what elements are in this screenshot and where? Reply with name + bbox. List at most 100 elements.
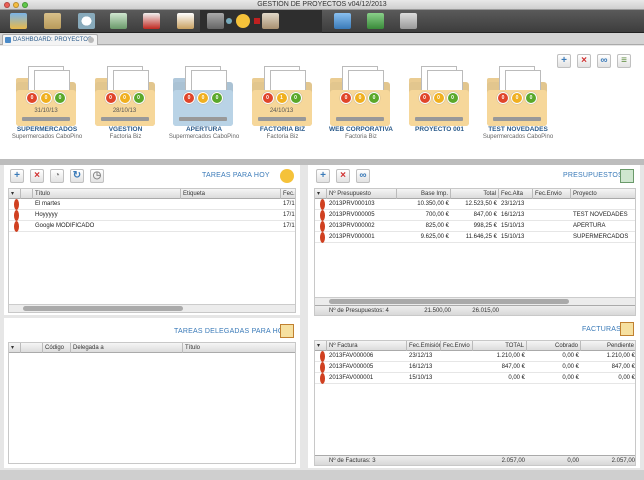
delete-project-button[interactable]: × (577, 54, 591, 68)
header-proyecto[interactable]: Proyecto (571, 189, 635, 199)
factura-pendiente: 1.210,00 € (606, 353, 635, 359)
header-status[interactable] (21, 343, 43, 353)
delete-presupuesto-button[interactable]: × (336, 169, 350, 183)
import-icon[interactable] (143, 13, 160, 29)
header-pendiente[interactable]: Pendiente (581, 341, 635, 351)
sun-icon[interactable] (236, 14, 250, 28)
clock-icon[interactable] (78, 13, 95, 29)
export-icon[interactable] (280, 324, 294, 338)
project-folder-icon[interactable]: 000 (330, 66, 390, 126)
presupuesto-base: 825,00 € (425, 223, 449, 229)
header-titulo[interactable]: Título (183, 343, 295, 353)
zoom-window-button[interactable] (22, 2, 28, 8)
add-task-button[interactable]: + (10, 169, 24, 183)
header-arrow[interactable]: ▾ (9, 343, 21, 353)
copy-icon[interactable] (400, 13, 417, 29)
project-card[interactable]: 0 0 0 APERTURA Supermercados CaboPino (159, 66, 239, 156)
header-envio[interactable]: Fec.Envio (533, 189, 571, 199)
project-date: 28/10/13 (112, 108, 137, 114)
factura-pendiente: 0,00 € (618, 375, 635, 381)
header-cobrado[interactable]: Cobrado (527, 341, 581, 351)
presupuesto-proyecto: APERTURA (573, 223, 606, 229)
link-project-button[interactable]: ∞ (597, 54, 611, 68)
refresh-task-button[interactable]: ↻ (70, 169, 84, 183)
header-titulo[interactable]: Título (33, 189, 181, 199)
table-row[interactable]: El martes 17/1 (9, 199, 295, 210)
factura-total: 1.210,00 € (496, 353, 525, 359)
close-tab-icon[interactable] (88, 37, 94, 43)
dashboard-icon[interactable] (10, 13, 27, 29)
add-presupuesto-button[interactable]: + (316, 169, 330, 183)
header-base[interactable]: Base Imp. (397, 189, 451, 199)
header-total[interactable]: TOTAL (473, 341, 527, 351)
minimize-window-button[interactable] (13, 2, 19, 8)
header-fecha[interactable]: Fec.C (281, 189, 295, 199)
project-card[interactable]: 0 0 0 28/10/13 VGESTION Factoria Biz (81, 66, 157, 156)
calculator-icon[interactable] (620, 169, 634, 183)
project-folder-icon[interactable]: 000 (173, 66, 233, 126)
document-icon[interactable] (177, 13, 194, 29)
project-card[interactable]: 0 0 0 WEB CORPORATIVA Factoria Biz (316, 66, 393, 156)
presupuesto-base: 10.350,00 € (417, 201, 449, 207)
project-folder-icon[interactable]: 0 0 0 31/10/13 (16, 66, 76, 126)
header-etiqueta[interactable]: Etiqueta (181, 189, 281, 199)
clock-task-button[interactable]: ◔ (50, 169, 64, 183)
table-row[interactable]: 2013PRV000002 825,00 € 998,25 € 15/10/13 APE… (315, 221, 635, 232)
users-icon[interactable] (367, 13, 384, 29)
invoice-icon[interactable] (620, 322, 634, 336)
project-folder-icon[interactable]: 000 (487, 66, 547, 126)
header-total[interactable]: Total (451, 189, 499, 199)
table-row[interactable]: 2013PRV000103 10.350,00 € 12.523,50 € 23/12… (315, 199, 635, 210)
home-icon[interactable] (334, 13, 351, 29)
table-row[interactable]: Google MODIFICADO 17/1 (9, 221, 295, 232)
header-alta[interactable]: Fec.Alta (499, 189, 533, 199)
folder-icon[interactable] (44, 13, 61, 29)
project-folder-icon[interactable]: 000 (408, 66, 469, 126)
project-card[interactable]: 0 0 0 TEST NOVEDADES Supermercados CaboPino (473, 66, 553, 156)
facturas-panel: FACTURAS ▾ Nº Factura Fec.Emisión Fec.En… (308, 318, 640, 468)
header-arrow[interactable]: ▾ (315, 189, 327, 199)
progress-bar (493, 117, 541, 121)
calculator-icon[interactable] (110, 13, 127, 29)
close-window-button[interactable] (4, 2, 10, 8)
header-delegada[interactable]: Delegada a (71, 343, 183, 353)
header-num[interactable]: Nº Factura (327, 341, 407, 351)
facturas-total: 2.057,00 (501, 458, 525, 464)
project-card[interactable]: 0 0 0 PROYECTO 001 (395, 66, 471, 156)
history-task-button[interactable]: ◷ (90, 169, 104, 183)
add-project-button[interactable]: + (557, 54, 571, 68)
notes-icon[interactable] (262, 13, 279, 29)
table-row[interactable]: 2013PRV000005 700,00 € 847,00 € 16/12/13 TES… (315, 210, 635, 221)
table-row[interactable]: 2013PRV000001 9.625,00 € 11.646,25 € 15/10/… (315, 232, 635, 243)
project-card[interactable]: 0 0 0 31/10/13 SUPERMERCADOS Supermercados Ca… (2, 66, 82, 156)
header-envio[interactable]: Fec.Envio (441, 341, 473, 351)
table-row[interactable]: 2013FAV000005 16/12/13 847,00 € 0,00 € 847,0… (315, 362, 635, 373)
tareas-scrollbar[interactable] (9, 304, 295, 312)
table-row[interactable]: 2013FAV000006 23/12/13 1.210,00 € 0,00 € 1.2… (315, 351, 635, 362)
presupuestos-scrollbar[interactable] (315, 297, 635, 305)
project-card[interactable]: 0 1 0 24/10/13 FACTORIA BIZ Factoria Biz (238, 66, 314, 156)
header-num[interactable]: Nº Presupuesto (327, 189, 397, 199)
header-arrow[interactable]: ▾ (9, 189, 21, 199)
link-presupuesto-button[interactable]: ∞ (356, 169, 370, 183)
status-lights: 000 (340, 92, 380, 104)
header-emision[interactable]: Fec.Emisión (407, 341, 441, 351)
facturas-cobrado: 0,00 (567, 458, 579, 464)
header-status[interactable] (21, 189, 33, 199)
project-folder-icon[interactable]: 0 1 0 24/10/13 (251, 66, 312, 126)
delete-task-button[interactable]: × (30, 169, 44, 183)
table-row[interactable]: Hoyyyyy 17/1 (9, 210, 295, 221)
factura-cobrado: 0,00 € (562, 375, 579, 381)
header-codigo[interactable]: Código (43, 343, 71, 353)
header-arrow[interactable]: ▾ (315, 341, 327, 351)
table-row[interactable]: 2013FAV000001 15/10/13 0,00 € 0,00 € 0,00 € (315, 373, 635, 384)
factura-emision: 23/12/13 (409, 353, 433, 359)
presupuesto-proyecto: TEST NOVEDADES (573, 212, 628, 218)
tab-dashboard-proyectos[interactable]: DASHBOARD: PROYECTOS (2, 34, 98, 45)
printer-icon[interactable] (207, 13, 224, 29)
project-folder-icon[interactable]: 0 0 0 28/10/13 (94, 66, 155, 126)
scroll-thumb[interactable] (329, 299, 569, 304)
scroll-thumb[interactable] (23, 306, 183, 311)
project-date: 31/10/13 (34, 108, 58, 114)
gantt-view-button[interactable]: ≡ (617, 54, 631, 68)
